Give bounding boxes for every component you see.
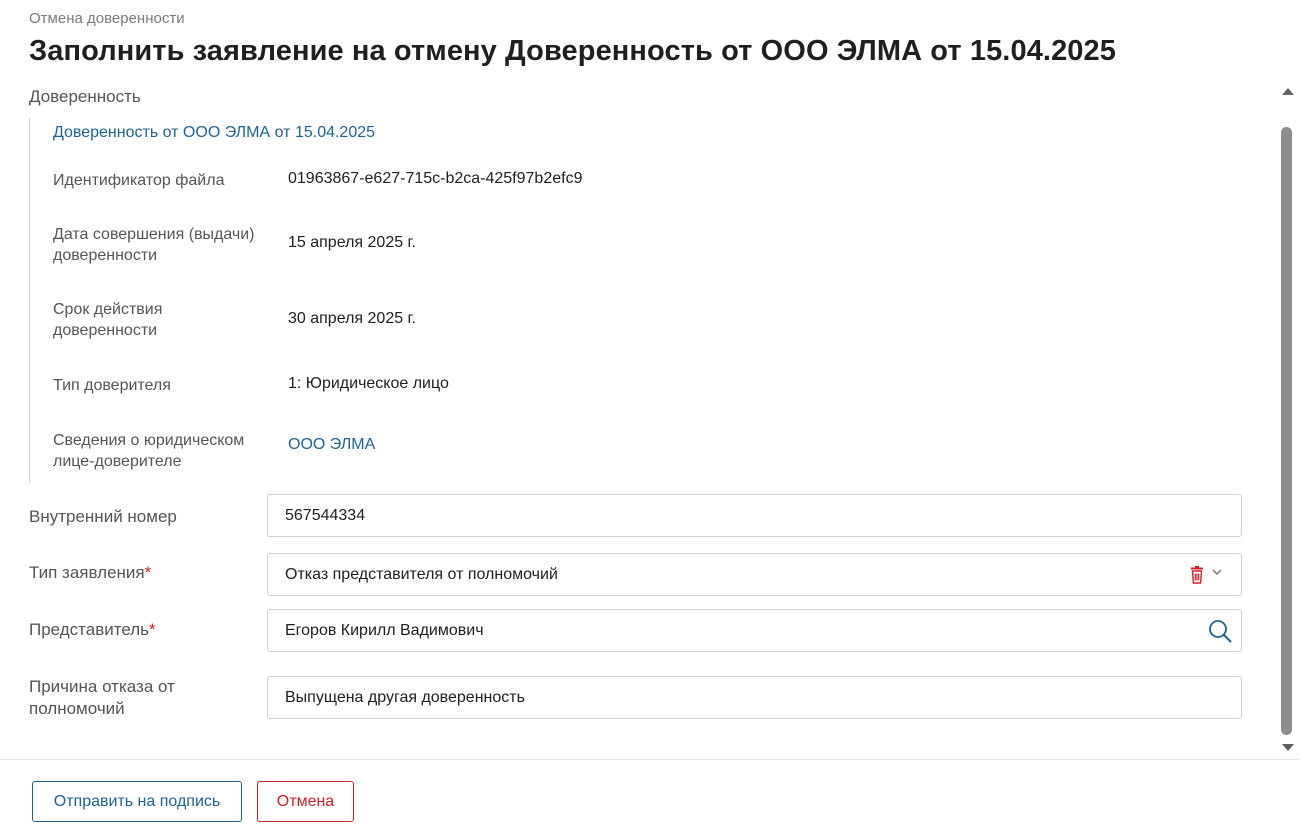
file-id-label: Идентификатор файла: [53, 172, 225, 189]
validity-label: Срок действия доверенности: [53, 301, 163, 339]
principal-info-link[interactable]: ООО ЭЛМА: [288, 436, 375, 454]
breadcrumb: Отмена доверенности: [29, 10, 185, 27]
application-type-label: Тип заявления*: [29, 562, 151, 584]
application-type-label-text: Тип заявления: [29, 563, 145, 582]
representative-value: Егоров Кирилл Вадимович: [285, 622, 484, 639]
refusal-reason-field[interactable]: Выпущена другая доверенность: [267, 676, 1242, 719]
issue-date-label: Дата совершения (выдачи) доверенности: [53, 226, 255, 264]
refusal-reason-value: Выпущена другая доверенность: [285, 689, 525, 706]
principal-type-label: Тип доверителя: [53, 377, 171, 394]
footer-actions: Отправить на подпись Отмена: [0, 759, 1300, 835]
attorney-details: Доверенность от ООО ЭЛМА от 15.04.2025 И…: [29, 118, 1249, 483]
cancel-button[interactable]: Отмена: [257, 781, 354, 822]
section-label-attorney: Доверенность: [29, 87, 141, 106]
internal-number-field[interactable]: 567544334: [267, 494, 1242, 537]
representative-label-text: Представитель: [29, 620, 150, 639]
refusal-reason-label: Причина отказа от полномочий: [29, 677, 175, 718]
representative-field[interactable]: Егоров Кирилл Вадимович: [267, 609, 1242, 652]
issue-date-value: 15 апреля 2025 г.: [288, 234, 416, 251]
validity-value: 30 апреля 2025 г.: [288, 310, 416, 327]
vertical-scrollbar[interactable]: [1280, 82, 1296, 755]
page-title: Заполнить заявление на отмену Довереннос…: [29, 35, 1116, 67]
search-icon[interactable]: [1207, 618, 1233, 644]
scroll-thumb[interactable]: [1281, 127, 1292, 735]
file-id-value: 01963867-e627-715c-b2ca-425f97b2efc9: [288, 170, 583, 187]
required-mark: *: [149, 620, 156, 639]
scroll-down-arrow[interactable]: [1282, 744, 1294, 751]
attorney-link[interactable]: Доверенность от ООО ЭЛМА от 15.04.2025: [53, 124, 375, 142]
submit-for-signature-button[interactable]: Отправить на подпись: [32, 781, 242, 822]
form-content: Доверенность Доверенность от ООО ЭЛМА от…: [0, 80, 1280, 755]
required-mark: *: [144, 563, 152, 582]
representative-label: Представитель*: [29, 619, 156, 641]
scroll-up-arrow[interactable]: [1282, 88, 1294, 95]
application-type-select[interactable]: Отказ представителя от полномочий: [267, 553, 1242, 596]
principal-info-label: Сведения о юридическом лице-доверителе: [53, 432, 245, 470]
internal-number-value: 567544334: [285, 507, 366, 524]
internal-number-label: Внутренний номер: [29, 507, 177, 526]
chevron-down-icon[interactable]: [1211, 567, 1223, 577]
trash-icon[interactable]: [1189, 566, 1205, 584]
principal-type-value: 1: Юридическое лицо: [288, 375, 449, 392]
application-type-value: Отказ представителя от полномочий: [285, 566, 558, 583]
